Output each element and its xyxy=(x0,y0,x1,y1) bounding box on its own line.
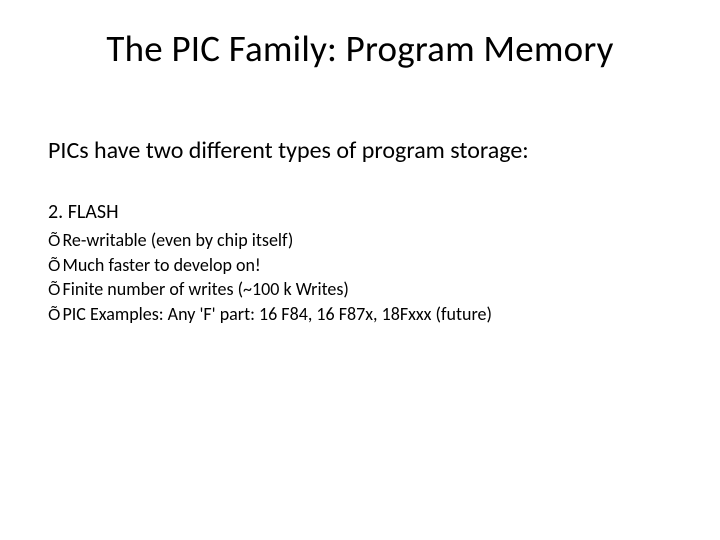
list-item: Õ PIC Examples: Any 'F' part: 16 F84, 16… xyxy=(48,302,492,327)
bullet-text: PIC Examples: Any 'F' part: 16 F84, 16 F… xyxy=(62,302,491,326)
bullet-list: Õ Re-writable (even by chip itself) Õ Mu… xyxy=(48,228,492,326)
bullet-icon: Õ xyxy=(48,256,60,278)
list-item: Õ Re-writable (even by chip itself) xyxy=(48,228,492,253)
slide-title: The PIC Family: Program Memory xyxy=(0,26,720,71)
slide-subtitle: PICs have two different types of program… xyxy=(48,136,529,165)
slide: The PIC Family: Program Memory PICs have… xyxy=(0,0,720,540)
bullet-icon: Õ xyxy=(48,231,60,253)
section-heading: 2. FLASH xyxy=(48,200,119,224)
bullet-text: Finite number of writes (~100 k Writes) xyxy=(62,277,348,301)
bullet-text: Much faster to develop on! xyxy=(62,253,260,277)
bullet-icon: Õ xyxy=(48,280,60,302)
list-item: Õ Finite number of writes (~100 k Writes… xyxy=(48,277,492,302)
bullet-icon: Õ xyxy=(48,305,60,327)
list-item: Õ Much faster to develop on! xyxy=(48,253,492,278)
bullet-text: Re-writable (even by chip itself) xyxy=(62,228,293,252)
